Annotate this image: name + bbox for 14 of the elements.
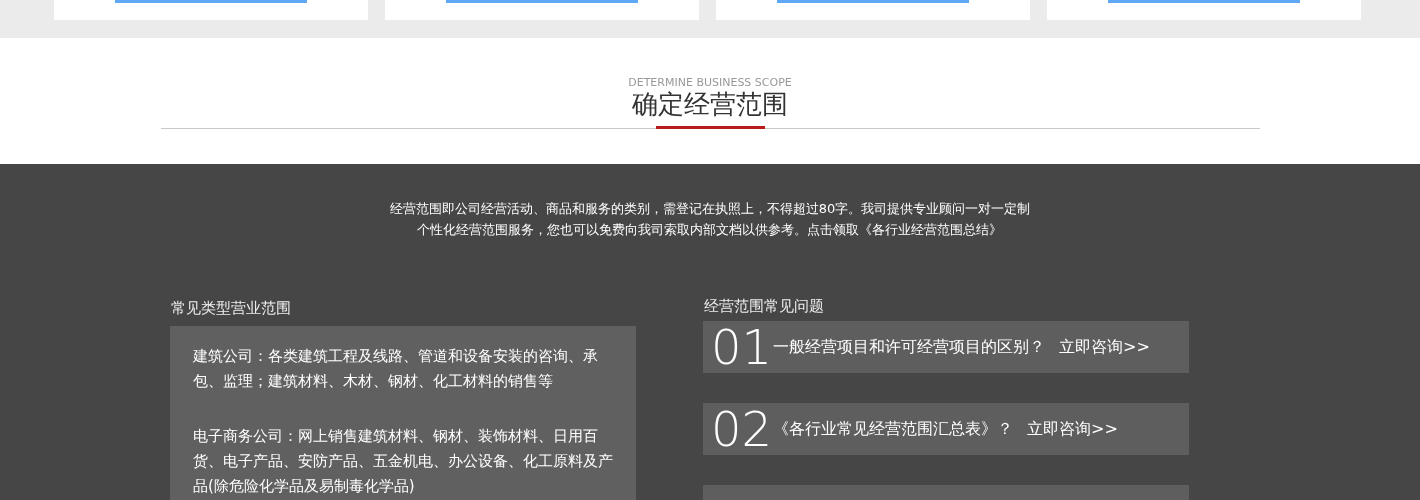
faq-question: 一般经营项目和许可经营项目的区别？: [773, 336, 1045, 358]
faq-number: 02: [711, 404, 769, 454]
column-heading: 经营范围常见问题: [703, 296, 825, 316]
scope-text: 电子商务公司：网上销售建筑材料、钢材、装饰材料、日用百货、电子产品、安防产品、五金机电、办公设备、化工原料及产品(除危险化学品及易制毒化学品): [193, 426, 613, 497]
consult-link[interactable]: 立即咨询>>: [1027, 417, 1118, 441]
intro-text: 个性化经营范围服务，您也可以免费向我司索取内部文档以供参考。点击领取《各行业经营范围总结》: [417, 221, 1003, 239]
intro-text: 经营范围即公司经营活动、商品和服务的类别，需登记在执照上，不得超过80字。我司提供专业顾问一对一定制: [389, 200, 1031, 218]
section-subtitle: DETERMINE BUSINESS SCOPE: [628, 77, 792, 89]
faq-number: 01: [711, 322, 769, 372]
consult-link[interactable]: 立即咨询>>: [1059, 335, 1150, 359]
faq-question: 《各行业常见经营范围汇总表》？: [773, 418, 1013, 440]
column-heading: 常见类型营业范围: [170, 298, 292, 318]
section-title: 确定经营范围: [632, 89, 788, 119]
scope-text: 建筑公司：各类建筑工程及线路、管道和设备安装的咨询、承包、监理；建筑材料、木材、钢材、化工材料的销售等: [193, 346, 599, 392]
